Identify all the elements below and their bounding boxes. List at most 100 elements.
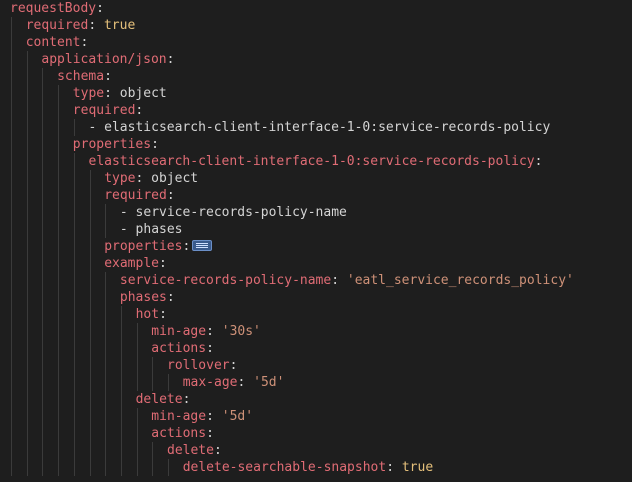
code-line[interactable]: rollover:: [0, 357, 632, 374]
code-line-content: example:: [104, 255, 167, 272]
yaml-key: delete: [135, 392, 183, 407]
indent-guide: [58, 391, 60, 408]
indent-guide: [136, 459, 138, 476]
code-line[interactable]: - elasticsearch-client-interface-1-0:ser…: [0, 119, 632, 136]
code-line-content: properties:: [104, 238, 213, 255]
indent-guide: [89, 306, 91, 323]
indent-guide: [11, 187, 12, 204]
yaml-key: type: [72, 86, 105, 101]
code-line[interactable]: - service-records-policy-name: [0, 204, 632, 221]
ellipsis-fold-icon[interactable]: [192, 240, 213, 251]
indent-guide: [73, 425, 75, 442]
indent-guide: [42, 459, 44, 476]
yaml-key: properties: [104, 239, 183, 254]
yaml-punctuation: :: [331, 273, 347, 288]
code-line[interactable]: elasticsearch-client-interface-1-0:servi…: [0, 153, 632, 170]
code-line[interactable]: requestBody:: [0, 0, 632, 17]
indent-guide: [11, 136, 12, 153]
indent-guide: [58, 374, 60, 391]
indent-guide: [105, 289, 107, 306]
yaml-key: min-age: [151, 324, 207, 339]
code-line[interactable]: content:: [0, 34, 632, 51]
code-line[interactable]: example:: [0, 255, 632, 272]
code-line[interactable]: required:: [0, 187, 632, 204]
yaml-key: hot: [135, 307, 160, 322]
indent-guide: [73, 204, 75, 221]
code-line[interactable]: application/json:: [0, 51, 632, 68]
yaml-value: object: [151, 171, 199, 186]
code-line[interactable]: actions:: [0, 340, 632, 357]
yaml-punctuation: :: [206, 324, 222, 339]
yaml-punctuation: -: [119, 205, 136, 220]
code-line[interactable]: hot:: [0, 306, 632, 323]
indent-guide: [26, 204, 28, 221]
indent-guide: [26, 68, 28, 85]
code-line[interactable]: service-records-policy-name: 'eatl_servi…: [0, 272, 632, 289]
code-line[interactable]: min-age: '5d': [0, 408, 632, 425]
indent-guide: [136, 357, 138, 374]
yaml-key: elasticsearch-client-interface-1-0:servi…: [88, 154, 535, 169]
code-line-content: - phases: [120, 221, 183, 238]
code-line[interactable]: delete-searchable-snapshot: true: [0, 459, 632, 476]
indent-guide: [11, 51, 12, 68]
yaml-boolean-value: true: [401, 460, 434, 475]
yaml-punctuation: :: [151, 137, 159, 152]
indent-guide: [42, 187, 44, 204]
indent-guide: [11, 17, 12, 34]
indent-guide: [105, 204, 107, 221]
indent-guide: [120, 323, 122, 340]
code-line[interactable]: delete:: [0, 391, 632, 408]
yaml-key: properties: [72, 137, 152, 152]
indent-guide: [58, 442, 60, 459]
code-line[interactable]: - phases: [0, 221, 632, 238]
code-line-content: phases:: [120, 289, 175, 306]
indent-guide: [11, 374, 12, 391]
code-line[interactable]: actions:: [0, 425, 632, 442]
indent-guide: [58, 357, 60, 374]
code-line[interactable]: type: object: [0, 85, 632, 102]
indent-guide: [73, 374, 75, 391]
indent-guide: [120, 306, 122, 323]
indent-guide: [120, 442, 122, 459]
indent-guide: [89, 357, 91, 374]
yaml-punctuation: -: [88, 120, 105, 135]
indent-guide: [58, 136, 60, 153]
indent-guide: [11, 170, 12, 187]
code-line[interactable]: required: true: [0, 17, 632, 34]
code-line[interactable]: min-age: '30s': [0, 323, 632, 340]
yaml-punctuation: :: [135, 171, 152, 186]
indent-guide: [42, 425, 44, 442]
code-line[interactable]: phases:: [0, 289, 632, 306]
code-line-content: schema:: [57, 68, 112, 85]
code-editor[interactable]: requestBody: required: true content: applic…: [0, 0, 632, 482]
code-line[interactable]: properties:: [0, 136, 632, 153]
indent-guide: [89, 289, 91, 306]
code-line[interactable]: schema:: [0, 68, 632, 85]
code-line-content: - elasticsearch-client-interface-1-0:ser…: [89, 119, 551, 136]
yaml-value: object: [119, 86, 167, 101]
yaml-string-value: '5d': [253, 375, 285, 390]
code-line[interactable]: type: object: [0, 170, 632, 187]
code-line[interactable]: properties:: [0, 238, 632, 255]
yaml-key: service-records-policy-name: [119, 273, 332, 288]
indent-guide: [105, 306, 107, 323]
indent-guide: [42, 357, 44, 374]
indent-guide: [89, 374, 91, 391]
indent-guide: [26, 187, 28, 204]
indent-guide: [26, 221, 28, 238]
indent-guide: [152, 459, 154, 476]
indent-guide: [58, 408, 60, 425]
code-line-content: min-age: '5d': [151, 408, 253, 425]
indent-guide: [26, 102, 28, 119]
indent-guide: [11, 85, 12, 102]
indent-guide: [42, 85, 44, 102]
indent-guide: [26, 391, 28, 408]
code-line[interactable]: max-age: '5d': [0, 374, 632, 391]
indent-guide: [73, 391, 75, 408]
indent-guide: [120, 459, 122, 476]
indent-guide: [58, 323, 60, 340]
code-line-content: service-records-policy-name: 'eatl_servi…: [120, 272, 574, 289]
yaml-punctuation: :: [386, 460, 402, 475]
code-line[interactable]: delete:: [0, 442, 632, 459]
code-line[interactable]: required:: [0, 102, 632, 119]
